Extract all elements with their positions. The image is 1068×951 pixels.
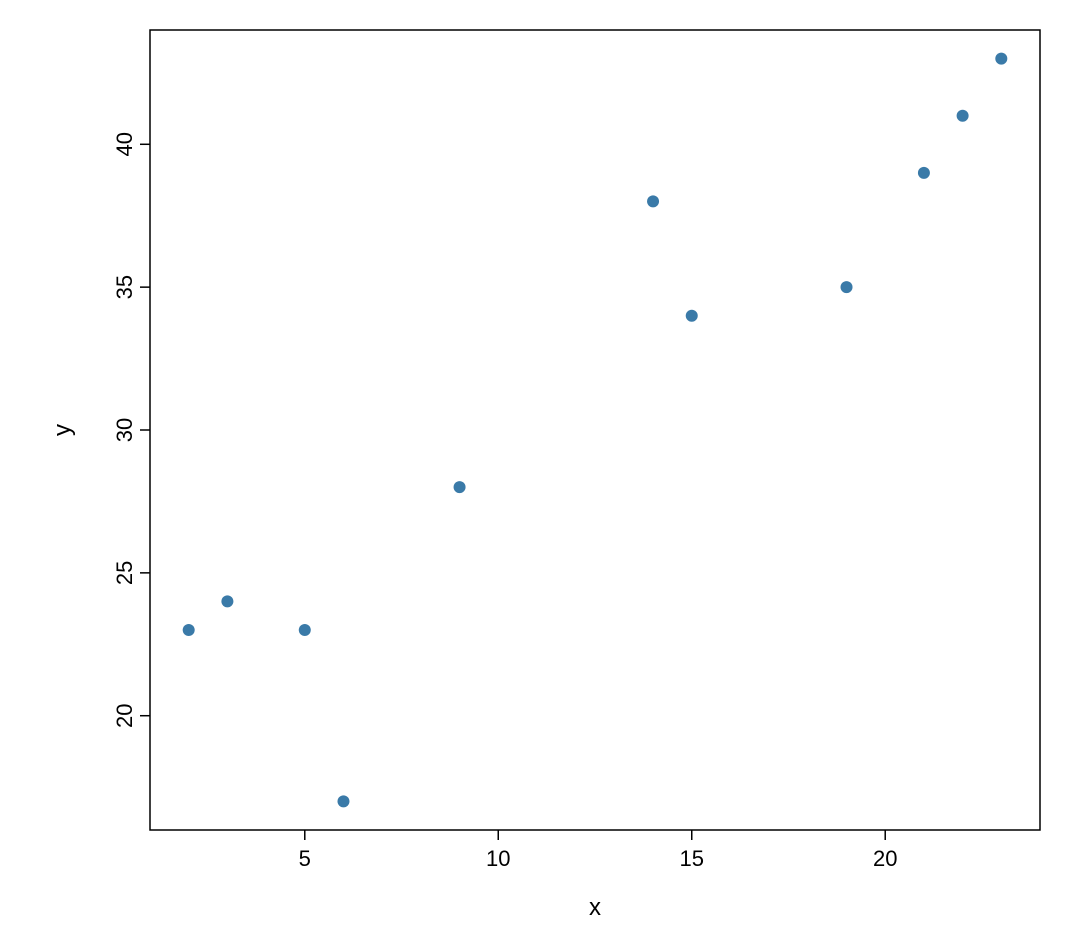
data-point bbox=[221, 595, 233, 607]
y-tick-label: 30 bbox=[112, 418, 137, 442]
y-tick-label: 40 bbox=[112, 132, 137, 156]
x-tick-label: 5 bbox=[299, 846, 311, 871]
y-axis-label: y bbox=[49, 424, 76, 436]
scatter-chart: 5 10 15 20 20 25 30 35 40 x y bbox=[0, 0, 1068, 951]
data-point bbox=[995, 53, 1007, 65]
y-tick-label: 20 bbox=[112, 703, 137, 727]
x-axis-label: x bbox=[589, 894, 601, 921]
x-tick-label: 10 bbox=[486, 846, 510, 871]
y-tick-label: 25 bbox=[112, 561, 137, 585]
data-point bbox=[647, 195, 659, 207]
x-tick-label: 20 bbox=[873, 846, 897, 871]
data-point bbox=[337, 795, 349, 807]
data-point bbox=[841, 281, 853, 293]
data-point bbox=[299, 624, 311, 636]
data-point bbox=[686, 310, 698, 322]
data-point bbox=[183, 624, 195, 636]
data-point bbox=[957, 110, 969, 122]
data-point bbox=[454, 481, 466, 493]
chart-svg: 5 10 15 20 20 25 30 35 40 x y bbox=[0, 0, 1068, 951]
plot-border bbox=[150, 30, 1040, 830]
data-point bbox=[918, 167, 930, 179]
y-tick-label: 35 bbox=[112, 275, 137, 299]
x-tick-label: 15 bbox=[679, 846, 703, 871]
